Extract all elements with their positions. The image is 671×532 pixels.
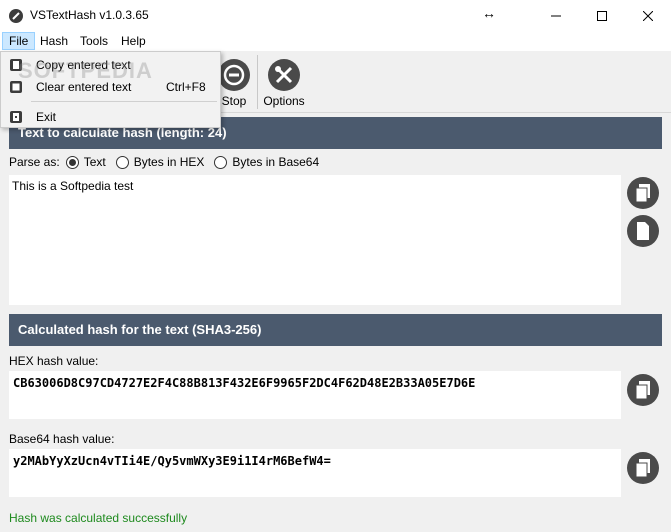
copy-input-button[interactable]: [627, 177, 659, 209]
radio-base64-label: Bytes in Base64: [232, 155, 320, 169]
window-title: VSTextHash v1.0.3.65: [30, 8, 149, 22]
radio-button-checked[interactable]: [65, 155, 79, 169]
watermark: SOFTPEDIA: [18, 58, 153, 83]
minimize-button[interactable]: [533, 0, 579, 31]
radio-button[interactable]: [115, 155, 129, 169]
menu-file[interactable]: File: [2, 32, 36, 50]
menu-separator: [31, 101, 217, 102]
radio-base64[interactable]: Bytes in Base64: [214, 155, 319, 169]
radio-text[interactable]: Text: [65, 155, 106, 169]
hex-hash-field[interactable]: CB63006D8C97CD4727E2F4C88B813F432E6F9965…: [9, 371, 621, 419]
hex-hash-label: HEX hash value:: [9, 354, 99, 368]
status-bar-text: Hash was calculated successfully: [9, 511, 188, 525]
stop-icon: [218, 59, 250, 91]
radio-button[interactable]: [214, 155, 228, 169]
tools-icon: [268, 59, 300, 91]
close-button[interactable]: [625, 0, 671, 31]
stop-label: Stop: [221, 94, 247, 108]
shortcut-label: Ctrl+F8: [166, 80, 206, 94]
radio-hex[interactable]: Bytes in HEX: [115, 155, 205, 169]
options-button[interactable]: Options: [262, 57, 306, 108]
brush-icon: [9, 9, 23, 23]
paste-icon: [637, 222, 649, 240]
output-section-header: Calculated hash for the text (SHA3-256): [9, 314, 662, 346]
copy-icon: [635, 381, 650, 400]
menu-help[interactable]: Help: [115, 32, 152, 50]
radio-hex-label: Bytes in HEX: [133, 155, 205, 169]
input-text-area[interactable]: This is a Softpedia test: [9, 175, 621, 305]
minimize-icon: [551, 15, 561, 16]
copy-icon: [635, 459, 650, 478]
options-label: Options: [263, 94, 305, 108]
radio-text-label: Text: [83, 155, 106, 169]
maximize-icon: [597, 10, 607, 21]
parse-options: Parse as: Text Bytes in HEX Bytes in Bas…: [9, 154, 329, 170]
menu-hash[interactable]: Hash: [34, 32, 74, 50]
paste-input-button[interactable]: [627, 215, 659, 247]
parse-label: Parse as:: [9, 155, 60, 169]
menu-tools[interactable]: Tools: [74, 32, 114, 50]
menu-item-exit[interactable]: Exit: [1, 106, 220, 128]
menu-item-label: Exit: [36, 110, 57, 124]
copy-icon: [635, 184, 650, 203]
title-bar: VSTextHash v1.0.3.65 ↔: [0, 0, 671, 31]
base64-hash-label: Base64 hash value:: [9, 432, 115, 446]
close-icon: [643, 10, 653, 21]
menu-bar: File Hash Tools Help: [0, 31, 671, 51]
copy-base64-button[interactable]: [627, 452, 659, 484]
maximize-button[interactable]: [579, 0, 625, 31]
toolbar-separator: [257, 55, 258, 109]
base64-hash-field[interactable]: y2MAbYyXzUcn4vTIi4E/Qy5vmWXy3E9i1I4rM6Be…: [9, 449, 621, 497]
copy-hex-button[interactable]: [627, 374, 659, 406]
resize-icon[interactable]: ↔: [482, 5, 496, 21]
exit-icon: [10, 111, 22, 123]
